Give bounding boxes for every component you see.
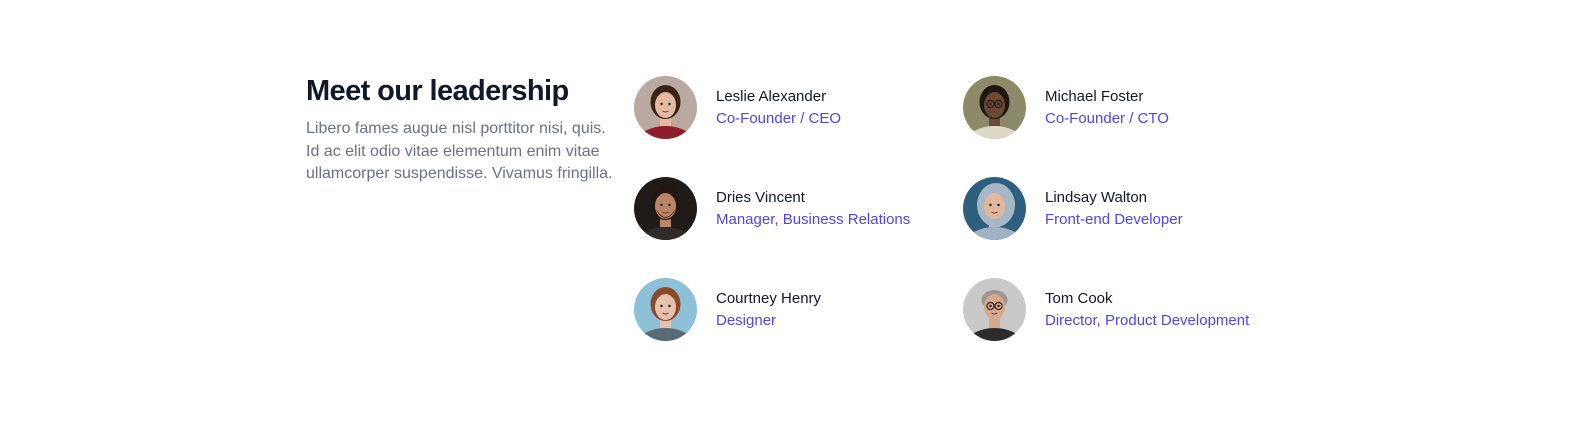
member-role: Co-Founder / CTO <box>1045 109 1169 127</box>
member-name: Dries Vincent <box>716 188 805 206</box>
member-name: Leslie Alexander <box>716 87 827 105</box>
team-member: Courtney Henry Designer <box>634 278 963 341</box>
team-section: Meet our leadership Libero fames augue n… <box>0 0 1589 422</box>
avatar <box>634 278 697 341</box>
team-grid: Leslie Alexander Co-Founder / CEO Michae… <box>634 76 1294 341</box>
portrait-man-bald-glasses-icon <box>963 278 1026 341</box>
member-name: Courtney Henry <box>716 289 822 307</box>
avatar <box>634 177 697 240</box>
team-intro: Meet our leadership Libero fames augue n… <box>306 72 616 186</box>
team-member: Leslie Alexander Co-Founder / CEO <box>634 76 963 139</box>
member-info: Michael Foster Co-Founder / CTO <box>1045 86 1169 130</box>
member-info: Dries Vincent Manager, Business Relation… <box>716 187 910 231</box>
avatar <box>963 76 1026 139</box>
member-role: Co-Founder / CEO <box>716 109 842 127</box>
portrait-woman-redhair-icon <box>634 278 697 341</box>
portrait-man-beard-icon <box>634 177 697 240</box>
portrait-man-glasses-icon <box>963 76 1026 139</box>
portrait-woman-smiling-icon <box>634 76 697 139</box>
section-description: Libero fames augue nisl porttitor nisi, … <box>306 120 613 182</box>
avatar <box>634 76 697 139</box>
member-name: Tom Cook <box>1045 289 1113 307</box>
member-role: Designer <box>716 311 777 329</box>
member-name: Michael Foster <box>1045 87 1144 105</box>
team-member: Tom Cook Director, Product Development <box>963 278 1292 341</box>
team-member: Dries Vincent Manager, Business Relation… <box>634 177 963 240</box>
member-info: Courtney Henry Designer <box>716 288 821 332</box>
avatar <box>963 177 1026 240</box>
member-info: Lindsay Walton Front-end Developer <box>1045 187 1183 231</box>
member-name: Lindsay Walton <box>1045 188 1147 206</box>
section-title: Meet our leadership <box>306 75 569 107</box>
member-info: Tom Cook Director, Product Development <box>1045 288 1249 332</box>
member-info: Leslie Alexander Co-Founder / CEO <box>716 86 841 130</box>
portrait-woman-hood-icon <box>963 177 1026 240</box>
avatar <box>963 278 1026 341</box>
member-role: Manager, Business Relations <box>716 210 911 228</box>
team-member: Michael Foster Co-Founder / CTO <box>963 76 1292 139</box>
team-member: Lindsay Walton Front-end Developer <box>963 177 1292 240</box>
member-role: Director, Product Development <box>1045 311 1250 329</box>
member-role: Front-end Developer <box>1045 210 1183 228</box>
